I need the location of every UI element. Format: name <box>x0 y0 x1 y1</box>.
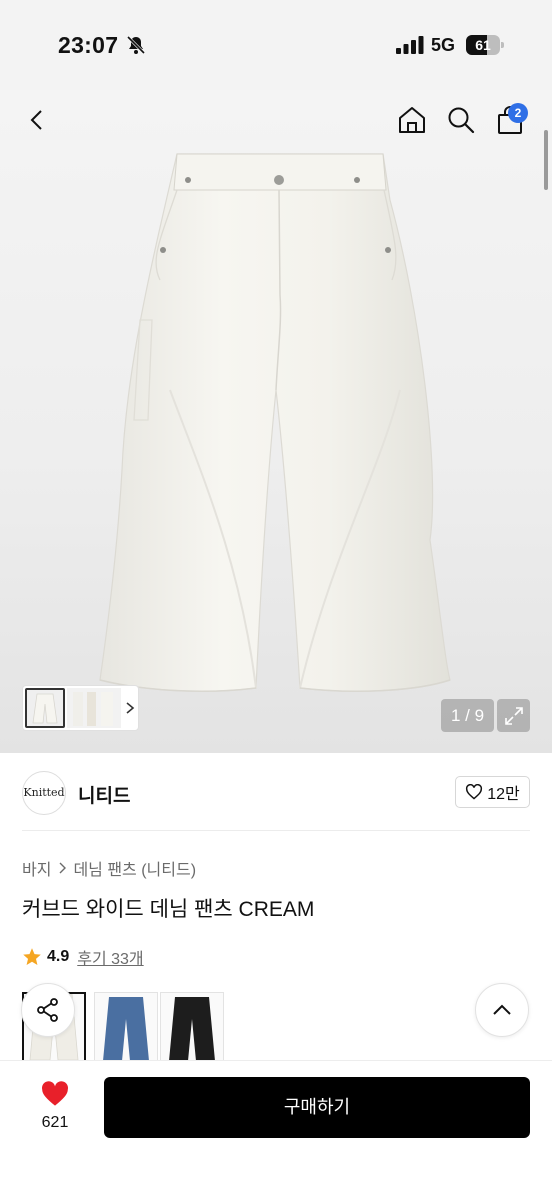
scroll-to-top-button[interactable] <box>475 983 529 1037</box>
thumbnail[interactable] <box>67 688 121 728</box>
rating: 4.9 후기 33개 <box>22 945 144 969</box>
star-icon <box>23 948 41 965</box>
buy-button[interactable]: 구매하기 <box>104 1077 530 1138</box>
heart-outline-icon <box>466 784 483 800</box>
network-type: 5G <box>431 35 456 55</box>
cart-count-badge: 2 <box>508 103 528 123</box>
breadcrumb-item[interactable]: 바지 <box>22 856 51 880</box>
scrollbar[interactable] <box>544 130 548 190</box>
rating-value: 4.9 <box>47 948 70 965</box>
share-button[interactable] <box>21 983 75 1037</box>
color-swatch-black[interactable] <box>160 992 224 1062</box>
thumbnail-selected[interactable] <box>25 688 65 728</box>
product-title: 커브드 와이드 데님 팬츠 CREAM <box>22 898 315 921</box>
brand-row[interactable]: Knitted 니티드 12만 <box>22 770 530 816</box>
bottom-action-bar: 621 구매하기 <box>0 1060 552 1200</box>
status-bar: 23:07 5G 61 <box>0 0 552 90</box>
brand-logo[interactable]: Knitted <box>22 771 66 815</box>
chevron-right-icon <box>59 862 67 874</box>
heart-filled-icon <box>42 1081 68 1106</box>
image-page-indicator: 1 / 9 <box>441 699 494 732</box>
wishlist-button[interactable]: 621 <box>30 1081 80 1132</box>
product-image <box>99 153 451 693</box>
expand-button[interactable] <box>497 699 530 732</box>
brand-like-button[interactable]: 12만 <box>455 776 530 808</box>
share-icon <box>37 998 58 1022</box>
battery-indicator: 61 <box>466 35 504 55</box>
product-image-gallery[interactable] <box>0 90 552 753</box>
breadcrumb: 바지 데님 팬츠 (니티드) <box>22 856 196 880</box>
bell-slash-icon <box>126 35 146 55</box>
expand-icon <box>504 706 523 725</box>
color-swatch-blue[interactable] <box>94 992 158 1062</box>
breadcrumb-item[interactable]: 데님 팬츠 (니티드) <box>73 856 196 880</box>
cellular-signal-icon <box>396 36 424 54</box>
divider <box>22 830 530 831</box>
search-icon <box>448 107 475 134</box>
thumbnail-strip[interactable] <box>22 685 139 731</box>
chevron-left-icon <box>30 110 42 130</box>
brand-like-count: 12만 <box>487 786 520 803</box>
search-button[interactable] <box>441 100 481 140</box>
wishlist-count: 621 <box>41 1114 69 1131</box>
chevron-up-icon <box>493 1004 511 1015</box>
status-time: 23:07 <box>58 32 119 58</box>
review-link[interactable]: 후기 33개 <box>77 945 143 969</box>
battery-percent: 61 <box>475 37 491 53</box>
chevron-right-icon[interactable] <box>123 698 137 718</box>
home-button[interactable] <box>392 100 432 140</box>
brand-name[interactable]: 니티드 <box>78 781 130 808</box>
home-icon <box>399 107 425 133</box>
back-button[interactable] <box>18 100 58 140</box>
